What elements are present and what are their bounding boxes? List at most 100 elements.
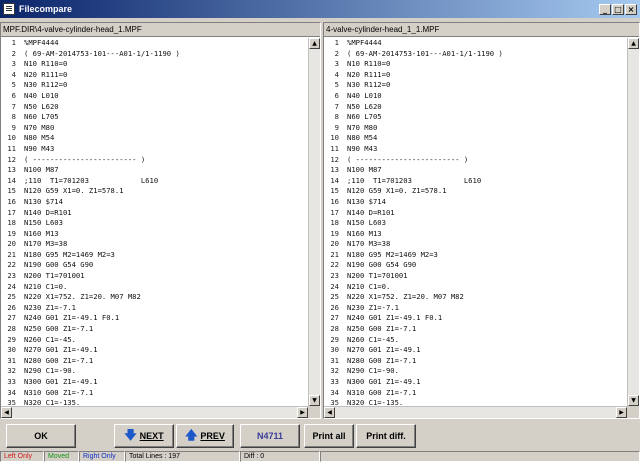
line-text: N150 L603 — [24, 218, 63, 228]
code-line: 9 N70 M80 — [1, 123, 308, 134]
line-text: N150 L603 — [347, 218, 386, 228]
line-text: N60 L705 — [347, 112, 382, 122]
line-number: 20 — [330, 239, 339, 249]
code-line: 12 ( ------------------------ ) — [1, 155, 308, 166]
right-code-view[interactable]: 1 %MPF4444 2 ( 69-AM-2014753-101---A01-1/1-… — [324, 38, 627, 406]
line-number: 31 — [7, 355, 16, 365]
line-text: N290 C1=-90. — [347, 366, 399, 376]
scroll-up-icon[interactable]: ▲ — [309, 38, 320, 49]
line-number: 5 — [11, 80, 16, 90]
line-number: 18 — [7, 218, 16, 228]
code-line: 8 N60 L705 — [324, 112, 627, 123]
line-number: 2 — [334, 48, 339, 58]
scroll-left-icon[interactable]: ◀ — [324, 407, 335, 418]
line-number: 5 — [334, 80, 339, 90]
code-line: 9 N70 M80 — [324, 123, 627, 134]
scroll-down-icon[interactable]: ▼ — [628, 395, 639, 406]
line-text: N310 G00 Z1=-7.1 — [347, 387, 417, 397]
line-text: N200 T1=701001 — [347, 271, 408, 281]
left-vertical-scrollbar[interactable]: ▲ ▼ — [308, 38, 320, 406]
code-line: 1 %MPF4444 — [1, 38, 308, 49]
line-number: 34 — [330, 387, 339, 397]
code-line: 34 N310 G00 Z1=-7.1 — [324, 388, 627, 399]
line-number: 25 — [7, 292, 16, 302]
code-line: 20 N170 M3=38 — [1, 239, 308, 250]
line-text: N190 G00 G54 G90 — [347, 260, 417, 270]
code-line: 18 N150 L603 — [1, 218, 308, 229]
next-button[interactable]: 🡇 NEXT — [114, 424, 174, 448]
line-text: N320 C1=-135. — [347, 398, 404, 406]
line-text: N130 $714 — [347, 196, 386, 206]
code-line: 8 N60 L705 — [1, 112, 308, 123]
scroll-right-icon[interactable]: ▶ — [616, 407, 627, 418]
code-line: 24 N210 C1=0. — [1, 282, 308, 293]
line-number: 28 — [330, 324, 339, 334]
code-line: 4 N20 R111=0 — [1, 70, 308, 81]
line-number: 3 — [334, 59, 339, 69]
scroll-left-icon[interactable]: ◀ — [1, 407, 12, 418]
arrow-up-icon: 🡅 — [185, 427, 198, 442]
print-diff-button[interactable]: Print diff. — [356, 424, 416, 448]
line-number: 34 — [7, 387, 16, 397]
line-text: N130 $714 — [24, 196, 63, 206]
title-bar: Filecompare _ □ × — [0, 0, 640, 18]
line-text: N100 M87 — [347, 165, 382, 175]
line-number: 26 — [330, 302, 339, 312]
line-number: 4 — [334, 69, 339, 79]
line-text: N140 D=R101 — [24, 207, 72, 217]
line-number: 15 — [330, 186, 339, 196]
code-line: 17 N140 D=R101 — [1, 208, 308, 219]
minimize-button[interactable]: _ — [599, 3, 611, 15]
code-line: 23 N200 T1=701001 — [1, 271, 308, 282]
line-text: N10 R110=0 — [24, 59, 68, 69]
left-code-view[interactable]: 1 %MPF4444 2 ( 69-AM-2014753-101---A01-1/1-… — [1, 38, 308, 406]
code-line: 33 N300 G01 Z1=-49.1 — [324, 377, 627, 388]
maximize-button[interactable]: □ — [612, 3, 624, 15]
line-text: N100 M87 — [24, 165, 59, 175]
line-text: N10 R110=0 — [347, 59, 391, 69]
scroll-right-icon[interactable]: ▶ — [297, 407, 308, 418]
line-number: 28 — [7, 324, 16, 334]
code-line: 14 ;110 T1=701203 L610 — [1, 176, 308, 187]
line-text: N230 Z1=-7.1 — [24, 302, 76, 312]
goto-button[interactable]: N4711 — [240, 424, 300, 448]
right-vertical-scrollbar[interactable]: ▲ ▼ — [627, 38, 639, 406]
line-text: %MPF4444 — [24, 38, 59, 47]
ok-button-label: OK — [34, 431, 48, 441]
line-text: N250 G00 Z1=-7.1 — [24, 324, 94, 334]
prev-button[interactable]: 🡅 PREV — [176, 424, 234, 448]
line-number: 17 — [330, 207, 339, 217]
line-number: 14 — [330, 175, 339, 185]
scroll-corner — [308, 406, 320, 418]
line-number: 29 — [7, 334, 16, 344]
line-number: 23 — [330, 271, 339, 281]
left-file-path: MPF.DIR\4-valve-cylinder-head_1.MPF — [1, 23, 320, 37]
left-horizontal-scrollbar[interactable]: ◀ ▶ — [1, 406, 308, 418]
line-number: 32 — [7, 366, 16, 376]
line-number: 21 — [7, 249, 16, 259]
close-button[interactable]: × — [625, 3, 637, 15]
code-line: 32 N290 C1=-90. — [1, 366, 308, 377]
line-number: 35 — [330, 398, 339, 406]
ok-button[interactable]: OK — [6, 424, 76, 448]
line-number: 10 — [7, 133, 16, 143]
code-line: 35 N320 C1=-135. — [1, 398, 308, 406]
line-text: ( ------------------------ ) — [347, 154, 469, 164]
total-lines: Total Lines : 197 — [125, 451, 240, 462]
code-line: 30 N270 G01 Z1=-49.1 — [1, 345, 308, 356]
code-line: 12 ( ------------------------ ) — [324, 155, 627, 166]
line-text: N240 G01 Z1=-49.1 F0.1 — [347, 313, 443, 323]
line-text: ( ------------------------ ) — [24, 154, 146, 164]
line-text: N90 M43 — [347, 143, 378, 153]
print-all-button[interactable]: Print all — [304, 424, 354, 448]
scroll-up-icon[interactable]: ▲ — [628, 38, 639, 49]
line-number: 19 — [7, 228, 16, 238]
line-text: N210 C1=0. — [347, 281, 391, 291]
right-horizontal-scrollbar[interactable]: ◀ ▶ — [324, 406, 627, 418]
line-text: N310 G00 Z1=-7.1 — [24, 387, 94, 397]
line-number: 29 — [330, 334, 339, 344]
line-text: N90 M43 — [24, 143, 55, 153]
line-text: N70 M80 — [24, 122, 55, 132]
code-line: 10 N80 M54 — [324, 133, 627, 144]
scroll-down-icon[interactable]: ▼ — [309, 395, 320, 406]
